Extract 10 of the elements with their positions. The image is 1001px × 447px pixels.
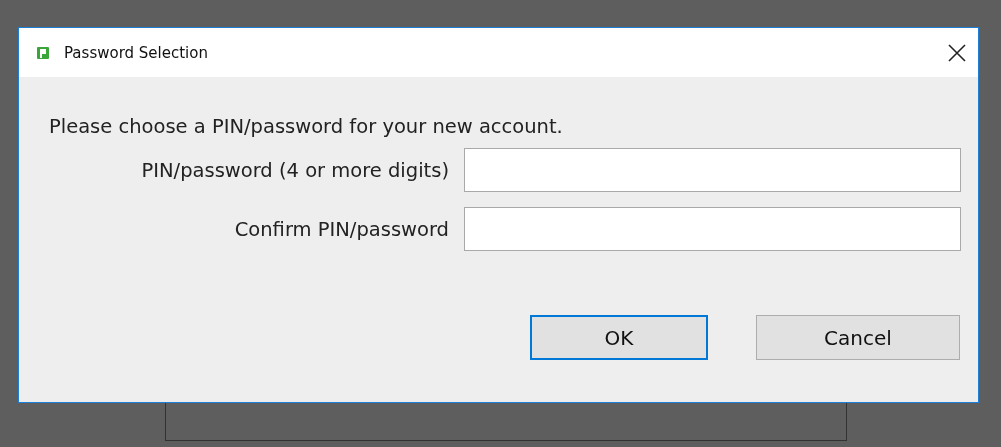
dialog-button[interactable]: OK [530,315,708,360]
instruction-text: Please choose a PIN/password for your new account. [49,115,564,138]
password-field[interactable] [464,207,961,251]
window-title: Password Selection [64,43,209,62]
app-icon [37,46,49,59]
dialog-button[interactable]: Cancel [756,315,960,360]
password-field[interactable] [464,148,961,192]
field-label: PIN/password (4 or more digits) [140,158,449,182]
field-label: Confirm PIN/password [233,217,449,241]
close-icon[interactable] [948,43,966,62]
